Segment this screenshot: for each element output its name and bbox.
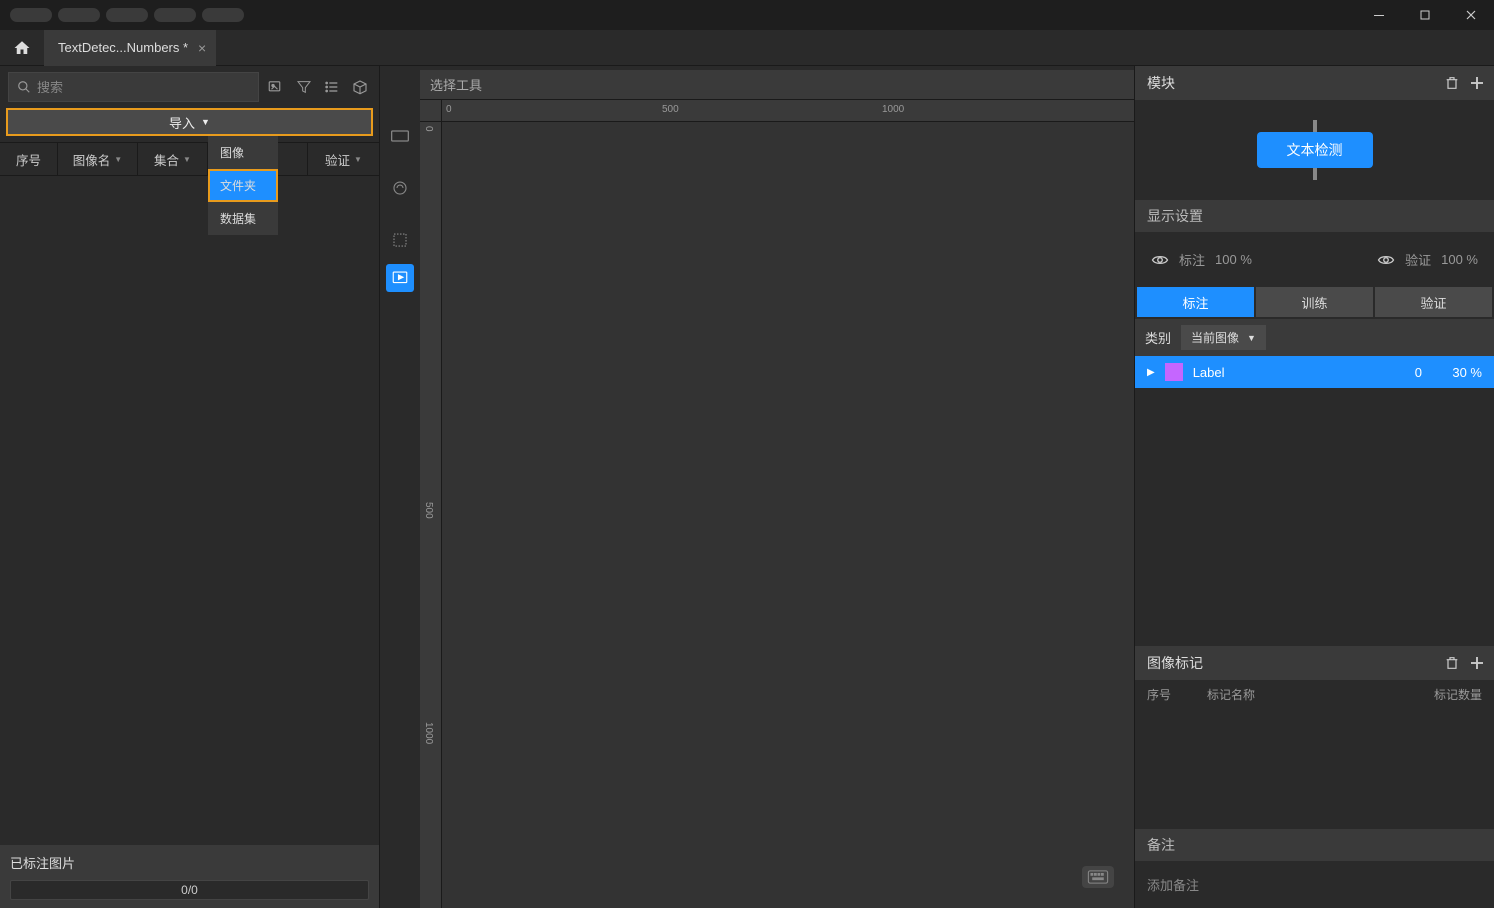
maximize-button[interactable] — [1402, 0, 1448, 30]
import-dropdown: 图像 文件夹 数据集 — [208, 136, 278, 235]
module-node[interactable]: 文本检测 — [1257, 132, 1373, 168]
menu-pill[interactable] — [58, 8, 100, 22]
import-button[interactable]: 导入 ▼ 图像 文件夹 数据集 — [6, 108, 373, 136]
col-set[interactable]: 集合▼ — [138, 143, 208, 175]
module-graph: 文本检测 — [1135, 100, 1494, 200]
home-button[interactable] — [0, 30, 44, 66]
add-icon[interactable] — [1468, 654, 1486, 672]
mode-tab-verify[interactable]: 验证 — [1375, 287, 1492, 317]
remarks-header: 备注 — [1135, 829, 1494, 861]
close-button[interactable] — [1448, 0, 1494, 30]
delete-icon[interactable] — [1444, 75, 1460, 91]
marker-col-index: 序号 — [1147, 686, 1207, 703]
dropdown-item-dataset[interactable]: 数据集 — [208, 202, 278, 235]
menu-pill[interactable] — [154, 8, 196, 22]
toolbox — [380, 66, 420, 908]
node-handle-top[interactable] — [1313, 120, 1317, 132]
remarks-input[interactable]: 添加备注 — [1135, 861, 1494, 908]
list-icon[interactable] — [321, 76, 343, 98]
col-index[interactable]: 序号 — [0, 143, 58, 175]
category-label: 类别 — [1145, 328, 1171, 347]
eye-icon — [1377, 253, 1395, 267]
canvas-tool-title: 选择工具 — [420, 70, 1134, 100]
minimize-button[interactable] — [1356, 0, 1402, 30]
image-table-header: 序号 图像名▼ 集合▼ 标签▼ 验证▼ — [0, 142, 379, 176]
label-row[interactable]: ▶ Label 0 30 % — [1135, 356, 1494, 388]
tab-title: TextDetec...Numbers * — [58, 40, 188, 55]
right-panel: 模块 文本检测 显示设置 标注 — [1134, 66, 1494, 908]
keyboard-icon[interactable] — [1082, 866, 1114, 888]
category-bar: 类别 当前图像 ▼ — [1135, 319, 1494, 356]
node-handle-bottom[interactable] — [1313, 168, 1317, 180]
import-label: 导入 — [169, 113, 195, 132]
label-count: 0 — [1392, 365, 1422, 380]
marker-columns: 序号 标记名称 标记数量 — [1135, 680, 1494, 709]
canvas-viewport[interactable] — [442, 122, 1134, 908]
label-name: Label — [1193, 365, 1382, 380]
search-input[interactable] — [37, 80, 250, 95]
titlebar-menu-placeholder — [0, 8, 244, 22]
progress-bar: 0/0 — [10, 880, 369, 900]
progress-text: 0/0 — [181, 883, 198, 897]
ruler-vertical: 0 500 1000 — [420, 122, 442, 908]
package-icon[interactable] — [349, 76, 371, 98]
search-icon — [17, 80, 31, 94]
marker-col-count: 标记数量 — [1402, 686, 1482, 703]
left-footer: 已标注图片 0/0 — [0, 845, 379, 908]
ruler-corner — [420, 100, 442, 122]
dropdown-item-folder[interactable]: 文件夹 — [208, 169, 278, 202]
caret-down-icon: ▼ — [201, 117, 210, 127]
category-scope-select[interactable]: 当前图像 ▼ — [1181, 325, 1266, 350]
mode-tabs: 标注 训练 验证 — [1135, 287, 1494, 317]
mode-tab-train[interactable]: 训练 — [1256, 287, 1373, 317]
label-color-swatch[interactable] — [1165, 363, 1183, 381]
display-verify[interactable]: 验证 100 % — [1377, 250, 1478, 269]
expand-icon[interactable]: ▶ — [1147, 367, 1155, 378]
image-list-body — [0, 176, 379, 845]
tool-rect[interactable] — [386, 122, 414, 150]
menu-pill[interactable] — [10, 8, 52, 22]
display-annotate[interactable]: 标注 100 % — [1151, 250, 1252, 269]
tool-play[interactable] — [386, 264, 414, 292]
tool-select-rect[interactable] — [386, 226, 414, 254]
project-tab[interactable]: TextDetec...Numbers * × — [44, 30, 216, 66]
image-filter-icon[interactable] — [265, 76, 287, 98]
ruler-horizontal: 0 500 1000 — [442, 100, 1134, 122]
search-box[interactable] — [8, 72, 259, 102]
marker-panel-header: 图像标记 — [1135, 646, 1494, 680]
marker-header-title: 图像标记 — [1147, 653, 1203, 673]
add-icon[interactable] — [1468, 74, 1486, 92]
funnel-icon[interactable] — [293, 76, 315, 98]
caret-down-icon: ▼ — [1247, 333, 1256, 343]
tabbar: TextDetec...Numbers * × — [0, 30, 1494, 66]
module-panel-header: 模块 — [1135, 66, 1494, 100]
tab-close-icon[interactable]: × — [198, 40, 206, 56]
col-image-name[interactable]: 图像名▼ — [58, 143, 138, 175]
display-settings: 标注 100 % 验证 100 % — [1135, 232, 1494, 287]
annotated-label: 已标注图片 — [10, 853, 369, 872]
marker-col-name: 标记名称 — [1207, 686, 1402, 703]
delete-icon[interactable] — [1444, 655, 1460, 671]
menu-pill[interactable] — [202, 8, 244, 22]
label-percentage: 30 % — [1432, 365, 1482, 380]
dropdown-item-image[interactable]: 图像 — [208, 136, 278, 169]
left-panel: 导入 ▼ 图像 文件夹 数据集 序号 图像名▼ 集合▼ 标签▼ 验证▼ 已标注图… — [0, 66, 380, 908]
titlebar — [0, 0, 1494, 30]
menu-pill[interactable] — [106, 8, 148, 22]
marker-list-body — [1135, 709, 1494, 829]
mode-tab-annotate[interactable]: 标注 — [1137, 287, 1254, 317]
module-header-title: 模块 — [1147, 73, 1175, 93]
col-verify[interactable]: 验证▼ — [308, 143, 379, 175]
canvas-area: 选择工具 0 500 1000 0 500 1000 — [420, 66, 1134, 908]
eye-icon — [1151, 253, 1169, 267]
tool-mask[interactable] — [386, 174, 414, 202]
display-settings-header: 显示设置 — [1135, 200, 1494, 232]
